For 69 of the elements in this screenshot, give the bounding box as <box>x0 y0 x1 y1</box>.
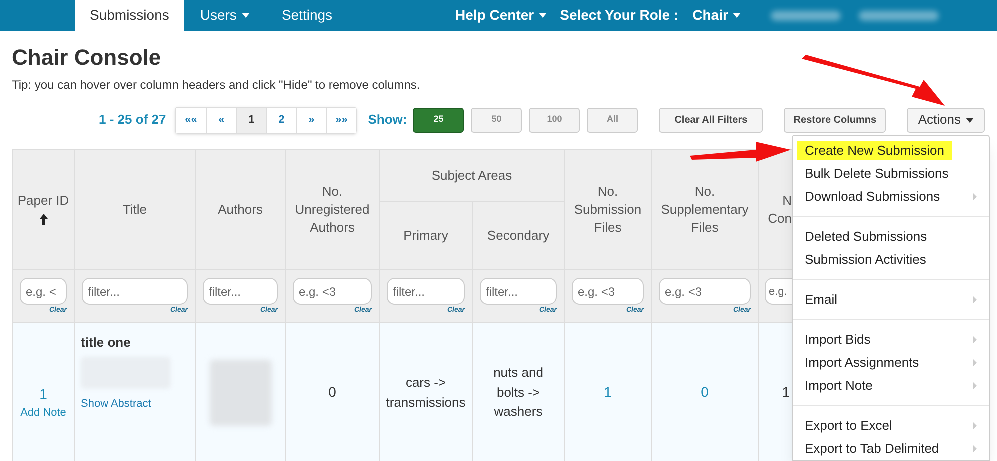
actions-button[interactable]: Actions <box>907 108 986 132</box>
page-size-button[interactable]: 100 <box>529 108 580 132</box>
menu-item[interactable]: Submission Activities <box>797 250 934 270</box>
table-cell: 0 <box>328 384 336 400</box>
filter-field[interactable]: filter... <box>387 278 465 305</box>
caret-icon <box>733 13 742 18</box>
page-title: Chair Console <box>12 44 162 72</box>
column-header[interactable]: No. Supplementary Files <box>652 150 758 270</box>
column-header[interactable]: N Con <box>758 150 792 270</box>
menu-item[interactable]: Bulk Delete Submissions <box>797 164 957 184</box>
pager-button[interactable]: » <box>296 108 326 132</box>
pager-button[interactable]: 2 <box>266 108 296 132</box>
menu-item[interactable]: Export to Tab Delimited <box>797 438 948 458</box>
menu-item[interactable]: Email <box>797 290 846 310</box>
help-center-menu[interactable]: Help Center <box>456 0 548 31</box>
file-count-link[interactable]: 1 <box>604 384 612 400</box>
caret-icon <box>539 13 548 18</box>
add-note-link[interactable]: Add Note <box>13 404 74 422</box>
filter-field[interactable]: e.g. <3 <box>572 278 644 305</box>
nav-tab[interactable]: Users <box>184 0 266 31</box>
filter-field[interactable]: e.g. <box>765 278 792 305</box>
column-header[interactable]: Authors <box>196 150 286 270</box>
table-cell-text: nuts and bolts -> washers <box>492 364 544 422</box>
restore-columns-button[interactable]: Restore Columns <box>784 108 886 132</box>
file-count-link[interactable]: 0 <box>701 384 709 400</box>
menu-item[interactable]: Create New Submission <box>797 140 952 160</box>
menu-item[interactable]: Import Assignments <box>797 352 928 372</box>
column-header[interactable]: No. Unregistered Authors <box>286 150 380 270</box>
show-label: Show: <box>368 111 408 130</box>
clear-filters-button[interactable]: Clear All Filters <box>659 108 764 132</box>
role-label: Select Your Role : <box>560 6 679 25</box>
filter-field[interactable]: filter... <box>480 278 557 305</box>
range-link[interactable]: 1 - 25 of 27 <box>99 110 166 130</box>
menu-item[interactable]: Export to Excel <box>797 416 900 436</box>
role-dropdown[interactable]: Chair <box>692 0 742 31</box>
pager-button[interactable]: « <box>206 108 236 132</box>
menu-item[interactable]: Deleted Submissions <box>797 226 936 246</box>
caret-icon <box>242 13 250 18</box>
menu-item[interactable]: Import Note <box>797 376 881 396</box>
filter-field[interactable]: filter... <box>82 278 188 305</box>
column-header[interactable]: Secondary <box>472 202 564 270</box>
redacted-text <box>210 360 272 426</box>
pager-button[interactable]: 1 <box>236 108 266 132</box>
column-header[interactable]: Subject Areas <box>380 150 564 202</box>
caret-icon <box>966 118 974 122</box>
tip-text: Tip: you can hover over column headers and click "Hide" to remove columns. <box>12 77 420 94</box>
page-size-button[interactable]: All <box>587 108 638 132</box>
column-header[interactable]: No. Submission Files <box>564 150 652 270</box>
column-header[interactable]: Primary <box>380 202 472 270</box>
filter-field[interactable]: filter... <box>203 278 278 305</box>
nav-tab[interactable]: Settings <box>266 0 349 31</box>
table-cell: cars -> transmissions <box>386 375 466 410</box>
menu-item[interactable]: Download Submissions <box>797 186 948 206</box>
table-cell: 1 <box>782 384 790 400</box>
filter-field[interactable]: e.g. <3 <box>293 278 372 305</box>
page-size-button[interactable]: 25 <box>413 108 464 132</box>
column-header[interactable]: Title <box>74 150 196 270</box>
filter-field[interactable]: e.g. <3 <box>659 278 751 305</box>
show-abstract-link[interactable]: Show Abstract <box>81 398 152 410</box>
redacted-text <box>771 10 842 20</box>
column-header[interactable]: Paper ID <box>12 150 74 270</box>
pager-button[interactable]: »» <box>326 108 356 132</box>
paper-id-link[interactable]: 1 <box>13 384 74 405</box>
menu-item[interactable]: Import Bids <box>797 330 879 350</box>
filter-field[interactable]: e.g. < <box>20 278 67 305</box>
nav-tab[interactable]: Submissions <box>75 0 184 31</box>
page-size-button[interactable]: 50 <box>471 108 522 132</box>
pager-button[interactable]: «« <box>176 108 206 132</box>
paper-title: title one <box>81 334 132 352</box>
